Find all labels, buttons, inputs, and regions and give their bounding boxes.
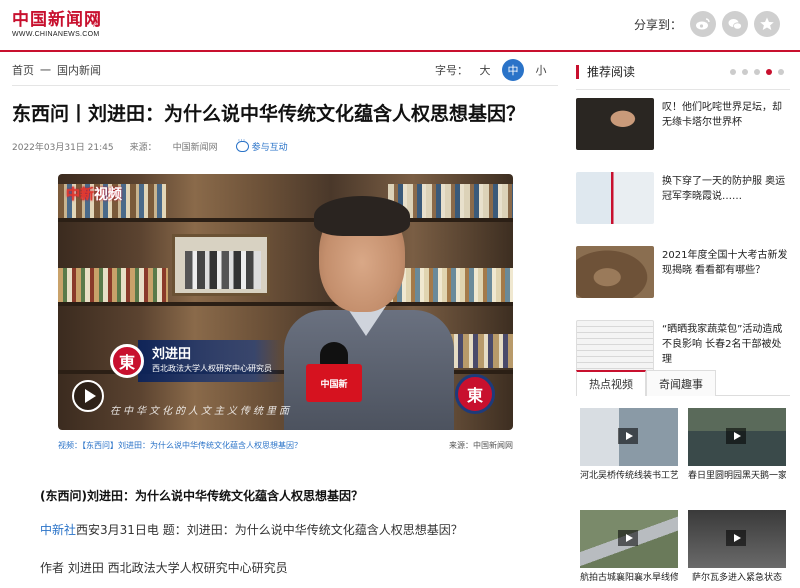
favorite-share-button[interactable] bbox=[754, 11, 780, 37]
video-caption-link[interactable]: 视频：【东西问】刘进田：为什么说中华传统文化蕴含人权思想基因？ bbox=[58, 440, 302, 451]
carousel-dots bbox=[730, 68, 790, 75]
video-player[interactable]: 中国新 中新视频 東 刘进田 西北政法大学人权研究中心研究员 在中华文化的人文主… bbox=[58, 174, 513, 430]
recommend-item[interactable]: 换下穿了一天的防护服 奥运冠军李晓霞说…… bbox=[576, 172, 790, 238]
weibo-share-button[interactable] bbox=[690, 11, 716, 37]
logo-tag: 中国网 bbox=[92, 12, 98, 27]
star-icon bbox=[760, 17, 774, 30]
interact-label: 参与互动 bbox=[251, 143, 288, 153]
video-play-icon bbox=[726, 428, 746, 444]
recommend-thumb bbox=[576, 98, 654, 150]
para-text: 西安3月31日电 题：刘进田：为什么说中华传统文化蕴含人权思想基因？ bbox=[76, 523, 463, 537]
video-thumb bbox=[580, 510, 678, 568]
recommend-item-text: 叹！他们叱咤世界足坛，却无缘卡塔尔世界杯 bbox=[662, 102, 782, 128]
sidebar: 推荐阅读 叹！他们叱咤世界足坛，却无缘卡塔尔世界杯 换下穿了一天的防护服 奥运冠… bbox=[576, 54, 790, 588]
share-bar: 分享到： bbox=[634, 10, 780, 38]
wechat-icon bbox=[728, 19, 742, 30]
carousel-dot[interactable] bbox=[754, 68, 760, 75]
breadcrumb-separator: 一 bbox=[40, 63, 51, 77]
font-size-label: 字号： bbox=[435, 63, 468, 77]
video-thumb bbox=[688, 510, 786, 568]
article-paragraph: 中新社西安3月31日电 题：刘进田：为什么说中华传统文化蕴含人权思想基因？ bbox=[40, 521, 463, 538]
article-author: 作者 刘进田 西北政法大学人权研究中心研究员 bbox=[40, 561, 288, 575]
interviewee-role: 西北政法大学人权研究中心研究员 bbox=[152, 364, 272, 373]
article-subheading: (东西问)刘进田：为什么说中华传统文化蕴含人权思想基因？ bbox=[40, 489, 363, 503]
recommend-thumb bbox=[576, 172, 654, 224]
video-card[interactable]: 春日里圆明园黑天鹅一家“列队出行” bbox=[688, 408, 786, 483]
tab-odd-news[interactable]: 奇闻趣事 bbox=[646, 370, 716, 396]
interact-link[interactable]: 参与互动 bbox=[235, 136, 288, 153]
carousel-dot[interactable] bbox=[778, 68, 784, 75]
carousel-dot[interactable] bbox=[730, 68, 736, 75]
video-play-icon bbox=[618, 428, 638, 444]
tab-hot-videos[interactable]: 热点视频 bbox=[576, 370, 646, 396]
video-card[interactable]: 萨尔瓦多进入紧急状态 bbox=[688, 510, 786, 585]
article-date: 2022年03月31日 21:45 bbox=[12, 143, 114, 153]
article-title: 东西问丨刘进田：为什么说中华传统文化蕴含人权思想基因？ bbox=[12, 103, 526, 125]
video-card-label: 河北吴桥传统线装书工艺助力乡村振兴 bbox=[580, 471, 678, 481]
dongxiwen-logo: 東 bbox=[110, 344, 144, 378]
font-size-large[interactable]: 大 bbox=[474, 59, 496, 81]
para-source-link[interactable]: 中新社 bbox=[40, 523, 76, 537]
font-size-medium[interactable]: 中 bbox=[502, 58, 524, 81]
site-header: 中国新闻网 中国网 WWW.CHINANEWS.COM 分享到： bbox=[0, 0, 800, 52]
recommend-item-text: 换下穿了一天的防护服 奥运冠军李晓霞说…… bbox=[662, 176, 786, 202]
recommend-title: 推荐阅读 bbox=[576, 64, 635, 79]
article-meta: 2022年03月31日 21:45 来源： 中国新闻网 参与互动 bbox=[12, 136, 558, 153]
breadcrumb: 首页 一 国内新闻 bbox=[12, 62, 101, 78]
recommend-item[interactable]: 2021年度全国十大考古新发现揭晓 看看都有哪些？ bbox=[576, 246, 790, 312]
video-caption-source: 来源：中国新闻网 bbox=[449, 441, 513, 450]
play-button[interactable] bbox=[72, 380, 104, 412]
article-source: 中国新闻网 bbox=[172, 143, 218, 153]
share-label: 分享到： bbox=[633, 17, 682, 32]
recommend-header: 推荐阅读 bbox=[576, 54, 790, 90]
video-card[interactable]: 航拍古城襄阳襄水旱线修 bbox=[580, 510, 678, 585]
comment-icon bbox=[235, 136, 249, 152]
interviewee-name: 刘进田 bbox=[152, 347, 192, 362]
carousel-dot[interactable] bbox=[742, 68, 748, 75]
font-size-small[interactable]: 小 bbox=[530, 59, 552, 81]
video-subtitle: 在中华文化的人文主义传统里面 bbox=[110, 406, 292, 417]
font-size-control: 字号： 大 中 小 bbox=[435, 58, 558, 81]
framed-photo bbox=[172, 234, 270, 296]
source-label: 来源： bbox=[129, 143, 157, 153]
recommend-thumb bbox=[576, 246, 654, 298]
video-caption: 视频：【东西问】刘进田：为什么说中华传统文化蕴含人权思想基因？ 来源：中国新闻网 bbox=[58, 440, 513, 451]
corner-logo: 東 bbox=[455, 374, 495, 414]
video-play-icon bbox=[618, 530, 638, 546]
sidebar-tabs: 热点视频 奇闻趣事 bbox=[576, 370, 790, 396]
carousel-dot-active[interactable] bbox=[766, 68, 772, 75]
video-brand: 中新视频 bbox=[66, 187, 122, 203]
microphone: 中国新 bbox=[306, 364, 362, 402]
video-thumb bbox=[688, 408, 786, 466]
name-lower-third: 東 刘进田 西北政法大学人权研究中心研究员 bbox=[110, 340, 284, 382]
video-card[interactable]: 河北吴桥传统线装书工艺助力乡村振兴 bbox=[580, 408, 678, 483]
site-logo[interactable]: 中国新闻网 中国网 WWW.CHINANEWS.COM bbox=[12, 10, 102, 38]
recommend-item[interactable]: 叹！他们叱咤世界足坛，却无缘卡塔尔世界杯 bbox=[576, 98, 790, 164]
breadcrumb-row: 首页 一 国内新闻 字号： 大 中 小 bbox=[12, 54, 558, 86]
article-column: 首页 一 国内新闻 字号： 大 中 小 东西问丨刘进田：为什么说中华传统文化蕴含… bbox=[12, 54, 558, 588]
video-card-label: 春日里圆明园黑天鹅一家“列队出行” bbox=[688, 471, 786, 481]
logo-text: 中国新闻网 bbox=[12, 10, 102, 30]
recommend-thumb bbox=[576, 320, 654, 372]
logo-url: WWW.CHINANEWS.COM bbox=[12, 31, 100, 38]
weibo-icon bbox=[696, 18, 710, 30]
video-thumb bbox=[580, 408, 678, 466]
breadcrumb-section[interactable]: 国内新闻 bbox=[57, 62, 101, 78]
video-card-label: 萨尔瓦多进入紧急状态 bbox=[691, 573, 782, 583]
video-play-icon bbox=[726, 530, 746, 546]
recommend-item-text: 2021年度全国十大考古新发现揭晓 看看都有哪些？ bbox=[662, 250, 788, 276]
breadcrumb-home[interactable]: 首页 bbox=[12, 62, 34, 78]
video-card-label: 航拍古城襄阳襄水旱线修 bbox=[580, 573, 678, 583]
wechat-share-button[interactable] bbox=[722, 11, 748, 37]
